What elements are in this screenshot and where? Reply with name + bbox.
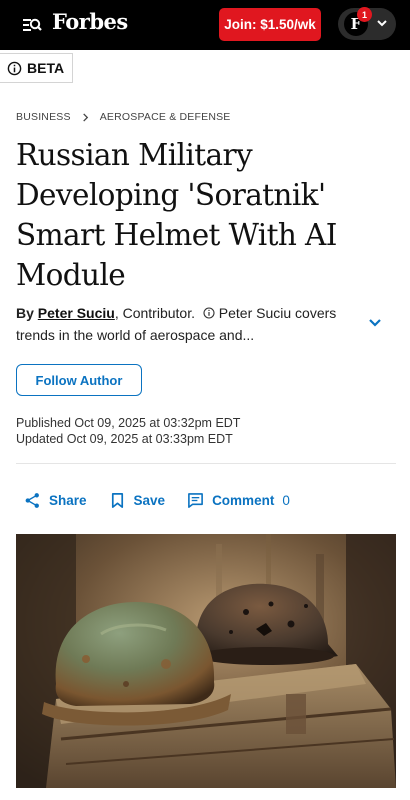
chevron-right-icon [82,112,88,122]
follow-author-button[interactable]: Follow Author [16,364,142,396]
helmets-photo [16,534,396,788]
share-icon [25,492,39,508]
comment-count: 0 [282,492,290,508]
beta-toggle[interactable]: BETA [0,53,73,83]
top-nav-bar: Forbes Join: $1.50/wk F 1 [0,0,410,50]
comment-button[interactable]: Comment 0 [187,492,290,509]
info-icon [7,61,22,75]
save-button[interactable]: Save [109,492,166,509]
author-byline: By Peter Suciu, Contributor. Peter Suciu… [16,302,356,346]
comment-icon [188,492,203,508]
article-action-bar: Share Save Comment 0 [24,490,312,510]
updated-date: Updated Oct 09, 2025 at 03:33pm EDT [16,432,233,446]
breadcrumb-business[interactable]: BUSINESS [16,111,71,123]
notification-badge: 1 [357,7,372,22]
published-date: Published Oct 09, 2025 at 03:32pm EDT [16,416,241,430]
article-headline: Russian Military Developing 'Soratnik' S… [16,138,337,292]
breadcrumb-aerospace-defense[interactable]: AEROSPACE & DEFENSE [100,111,231,123]
author-link[interactable]: Peter Suciu [38,305,115,321]
article-lead-image[interactable] [16,534,396,788]
divider [16,463,396,464]
share-button[interactable]: Share [24,492,87,509]
info-icon[interactable] [203,307,215,319]
share-label: Share [49,492,87,508]
breadcrumb: BUSINESS AEROSPACE & DEFENSE [16,111,231,123]
account-menu-button[interactable]: F 1 [338,7,396,40]
article-dates: Published Oct 09, 2025 at 03:32pm EDT Up… [16,415,240,447]
join-subscription-button[interactable]: Join: $1.50/wk [219,8,321,41]
beta-label: BETA [27,60,65,76]
bookmark-icon [111,492,123,508]
save-label: Save [133,492,166,508]
forbes-logo[interactable]: Forbes [52,9,128,34]
by-prefix: By [16,305,34,321]
comment-label: Comment [212,492,275,508]
chevron-down-icon [377,20,387,27]
author-role: , Contributor. [114,305,195,321]
menu-search-icon[interactable] [22,15,42,35]
expand-bio-chevron-icon[interactable] [367,315,383,331]
